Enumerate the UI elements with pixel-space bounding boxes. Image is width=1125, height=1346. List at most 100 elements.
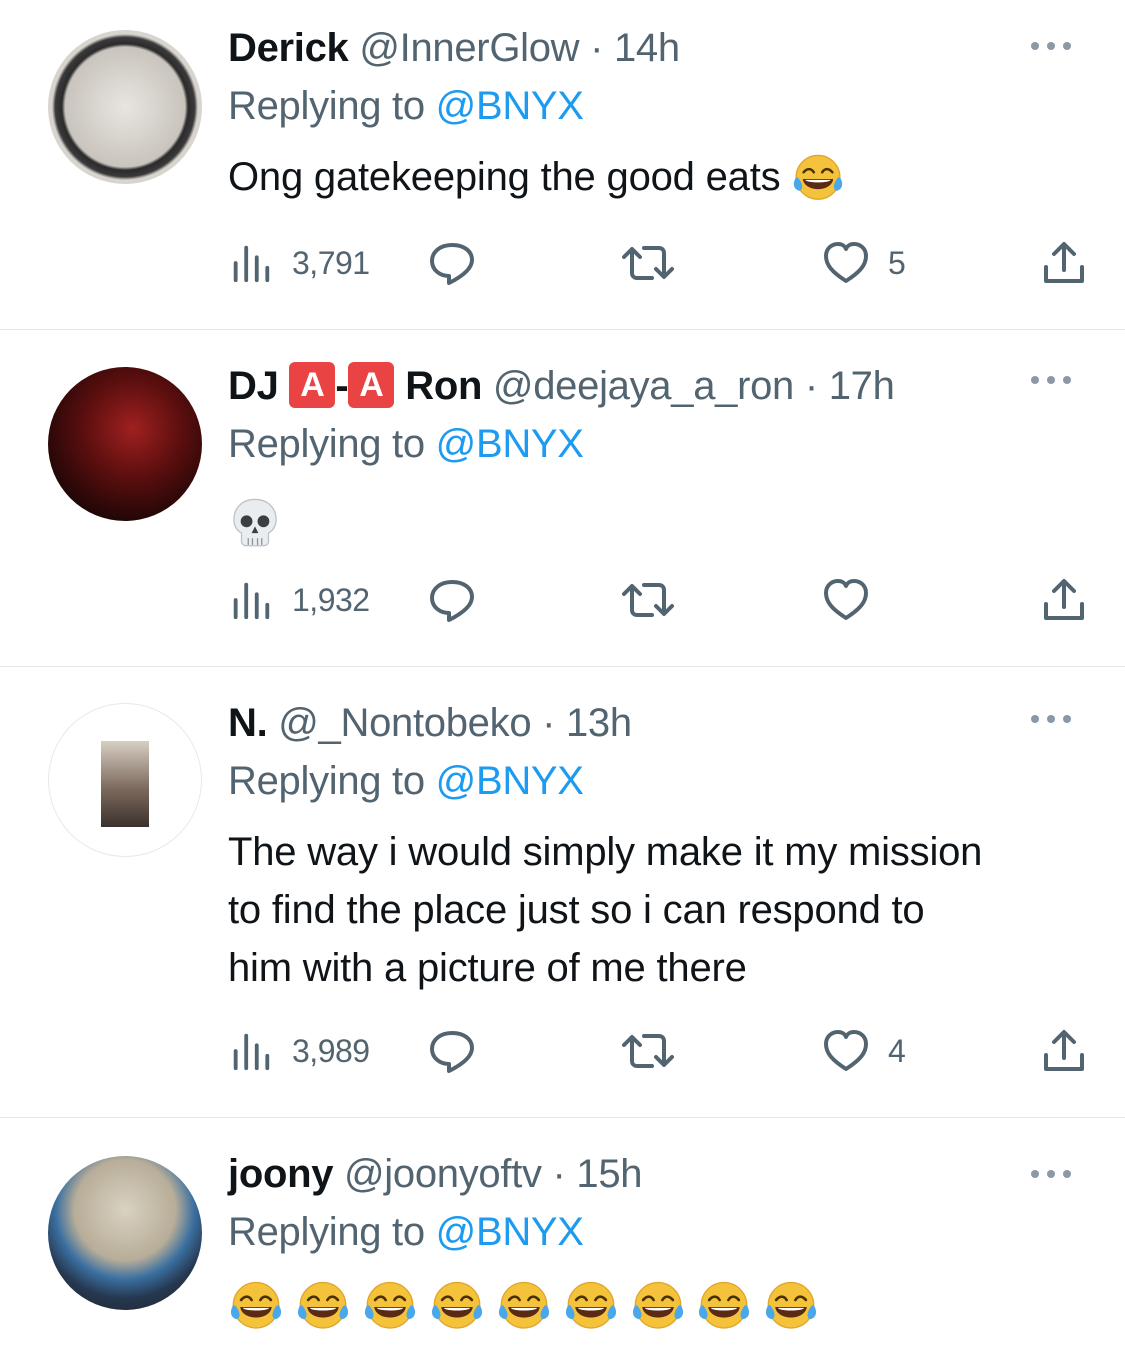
views-button[interactable]: 1,932 (228, 576, 370, 624)
display-name-separator: - (335, 364, 349, 408)
tweet-text (228, 1276, 1085, 1335)
replying-to-label: Replying to (228, 422, 425, 466)
tweet[interactable]: DJ A-A Ron @deejaya_a_ron · 17h Replying… (0, 330, 1125, 667)
heart-icon (822, 1027, 870, 1075)
reply-button[interactable] (428, 576, 476, 624)
display-name[interactable]: joony (228, 1152, 333, 1196)
mention-link[interactable]: @BNYX (436, 759, 584, 803)
tweet-text-content: Ong gatekeeping the good eats (228, 155, 781, 199)
avatar[interactable] (48, 367, 202, 521)
tweet-header: N. @_Nontobeko · 13h (228, 697, 1085, 749)
replying-to-label: Replying to (228, 759, 425, 803)
display-name[interactable]: DJ A-A Ron (228, 362, 483, 409)
tweet-text-line: The way i would simply make it my missio… (228, 830, 983, 874)
reply-icon (428, 239, 476, 287)
like-button[interactable]: 5 (822, 239, 906, 287)
reply-button[interactable] (428, 1027, 476, 1075)
avatar[interactable] (48, 1156, 202, 1310)
user-handle[interactable]: @joonyoftv (344, 1152, 542, 1196)
tweet-text-line: him with a picture of me there (228, 946, 747, 990)
timestamp[interactable]: 15h (576, 1152, 642, 1196)
avatar[interactable] (48, 30, 202, 184)
heart-icon (822, 576, 870, 624)
share-button[interactable] (1040, 1027, 1088, 1075)
face-with-tears-of-joy-icon (563, 1279, 619, 1335)
tweet-content: N. @_Nontobeko · 13h Replying to @BNYX T… (228, 697, 1085, 997)
retweet-button[interactable] (620, 576, 676, 624)
face-with-tears-of-joy-icon (429, 1279, 485, 1335)
tweet-text-line: to find the place just so i can respond … (228, 888, 925, 932)
display-name-part: DJ (228, 364, 279, 408)
user-handle[interactable]: @deejaya_a_ron (493, 364, 794, 408)
separator-dot: · (542, 701, 556, 745)
tweet-header: DJ A-A Ron @deejaya_a_ron · 17h (228, 360, 1085, 412)
like-count: 5 (888, 244, 906, 281)
tweet-header: joony @joonyoftv · 15h (228, 1148, 1085, 1200)
user-handle[interactable]: @InnerGlow (359, 26, 579, 70)
view-count: 3,791 (292, 244, 370, 281)
action-bar: 1,932 (228, 576, 1088, 624)
avatar[interactable] (48, 703, 202, 857)
like-button[interactable] (822, 576, 870, 624)
display-name[interactable]: N. (228, 701, 268, 745)
share-button[interactable] (1040, 576, 1088, 624)
tweet-text: The way i would simply make it my missio… (228, 823, 1085, 997)
views-button[interactable]: 3,989 (228, 1027, 370, 1075)
face-with-tears-of-joy-icon (791, 152, 845, 206)
like-button[interactable]: 4 (822, 1027, 906, 1075)
reply-icon (428, 1027, 476, 1075)
timestamp[interactable]: 13h (566, 701, 632, 745)
retweet-icon (620, 239, 676, 287)
share-button[interactable] (1040, 239, 1088, 287)
tweet-content: Derick @InnerGlow · 14h Replying to @BNY… (228, 22, 1085, 206)
views-icon (228, 240, 274, 286)
display-name[interactable]: Derick (228, 26, 349, 70)
views-icon (228, 1028, 274, 1074)
like-count: 4 (888, 1032, 906, 1069)
reply-button[interactable] (428, 239, 476, 287)
face-with-tears-of-joy-icon (496, 1279, 552, 1335)
replying-to-label: Replying to (228, 1210, 425, 1254)
tweet-text: Ong gatekeeping the good eats (228, 148, 1085, 206)
separator-dot: · (804, 364, 818, 408)
face-with-tears-of-joy-icon (696, 1279, 752, 1335)
retweet-button[interactable] (620, 1027, 676, 1075)
timestamp[interactable]: 17h (829, 364, 895, 408)
action-bar: 3,989 4 (228, 1027, 1088, 1075)
replying-to: Replying to @BNYX (228, 1206, 1085, 1258)
display-name-part: Ron (405, 364, 483, 408)
skull-icon (228, 496, 282, 550)
mention-link[interactable]: @BNYX (436, 422, 584, 466)
tweet[interactable]: Derick @InnerGlow · 14h Replying to @BNY… (0, 0, 1125, 330)
separator-dot: · (590, 26, 604, 70)
face-with-tears-of-joy-icon (228, 1279, 284, 1335)
share-icon (1040, 239, 1088, 287)
action-bar: 3,791 5 (228, 239, 1088, 287)
tweet-content: joony @joonyoftv · 15h Replying to @BNYX (228, 1148, 1085, 1335)
views-button[interactable]: 3,791 (228, 239, 370, 287)
view-count: 3,989 (292, 1032, 370, 1069)
views-icon (228, 577, 274, 623)
tweet[interactable]: N. @_Nontobeko · 13h Replying to @BNYX T… (0, 667, 1125, 1118)
reply-icon (428, 576, 476, 624)
mention-link[interactable]: @BNYX (436, 1210, 584, 1254)
replying-to: Replying to @BNYX (228, 80, 1085, 132)
retweet-button[interactable] (620, 239, 676, 287)
tweet-content: DJ A-A Ron @deejaya_a_ron · 17h Replying… (228, 360, 1085, 550)
view-count: 1,932 (292, 581, 370, 618)
face-with-tears-of-joy-icon (295, 1279, 351, 1335)
separator-dot: · (552, 1152, 566, 1196)
replying-to: Replying to @BNYX (228, 755, 1085, 807)
tweet[interactable]: joony @joonyoftv · 15h Replying to @BNYX (0, 1118, 1125, 1346)
user-handle[interactable]: @_Nontobeko (278, 701, 531, 745)
face-with-tears-of-joy-icon (763, 1279, 819, 1335)
timestamp[interactable]: 14h (614, 26, 680, 70)
letter-a-badge-icon: A (348, 362, 395, 409)
retweet-icon (620, 1027, 676, 1075)
share-icon (1040, 576, 1088, 624)
replying-to: Replying to @BNYX (228, 418, 1085, 470)
tweet-text (228, 492, 1085, 550)
mention-link[interactable]: @BNYX (436, 84, 584, 128)
tweet-header: Derick @InnerGlow · 14h (228, 22, 1085, 74)
share-icon (1040, 1027, 1088, 1075)
